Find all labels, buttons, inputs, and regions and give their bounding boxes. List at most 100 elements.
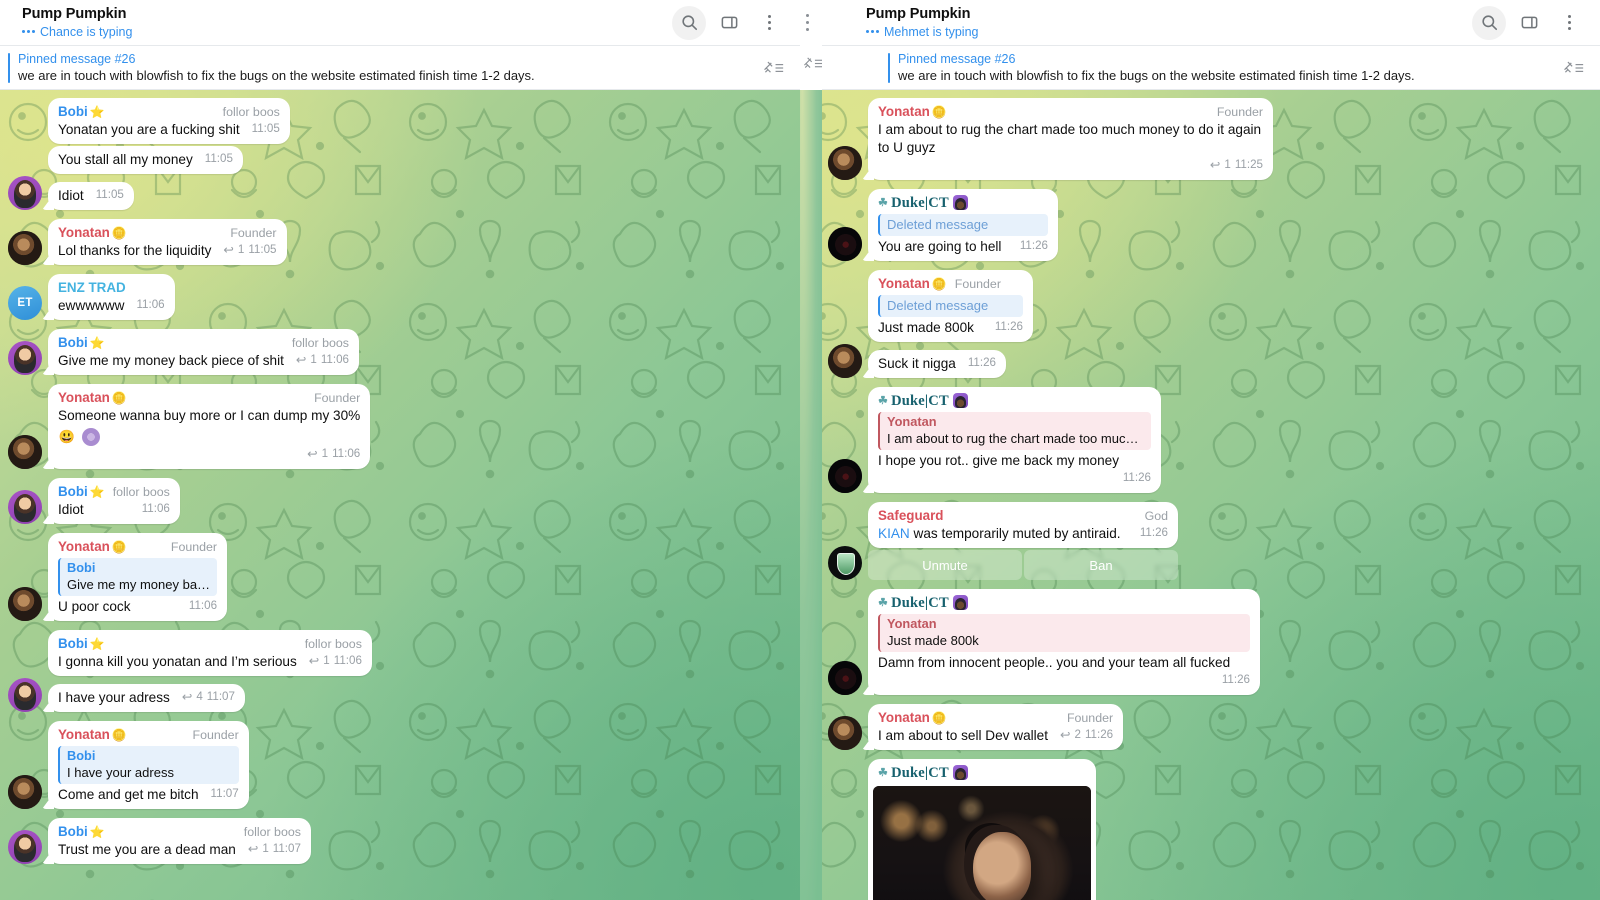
right-panel-icon[interactable] [712, 6, 746, 40]
message-bubble[interactable]: Suck it nigga 11:26 [868, 350, 1006, 378]
message-bubble[interactable]: Yonatan 🪙 Founder I am about to rug the c… [868, 98, 1273, 180]
chat-header-titles[interactable]: Pump Pumpkin Chance is typing [0, 6, 672, 40]
media-message-bubble[interactable]: ☘Duke|CT It's A Scam. [868, 759, 1096, 900]
right-panel-icon[interactable] [1512, 6, 1546, 40]
message-row[interactable]: Yonatan 🪙 Founder Bobi Give me my money b… [8, 533, 790, 621]
sender-name[interactable]: Bobi ⭐ [58, 635, 105, 653]
avatar[interactable] [8, 231, 42, 265]
message-row[interactable]: Yonatan 🪙 Founder Lol thanks for the liqu… [8, 219, 790, 265]
reply-count-icon[interactable]: ↩ [248, 840, 258, 858]
reply-count-icon[interactable]: ↩ [223, 241, 233, 259]
quoted-reply[interactable]: Yonatan Just made 800k [878, 614, 1250, 652]
ban-button[interactable]: Ban [1024, 550, 1178, 580]
sender-name[interactable]: Yonatan 🪙 [58, 726, 127, 744]
message-bubble[interactable]: Yonatan 🪙 Founder Deleted message Just ma… [868, 270, 1033, 342]
avatar[interactable] [8, 435, 42, 469]
sender-name[interactable]: Bobi ⭐ [58, 483, 105, 501]
message-bubble[interactable]: Idiot 11:05 [48, 182, 134, 210]
message-bubble[interactable]: I have your adress ↩ 4 11:07 [48, 684, 245, 712]
avatar[interactable] [828, 546, 862, 580]
message-bubble[interactable]: Yonatan 🪙 Founder Bobi Give me my money b… [48, 533, 228, 621]
avatar[interactable] [8, 775, 42, 809]
message-row[interactable]: You stall all my money 11:05 [8, 146, 790, 174]
quoted-reply[interactable]: Bobi Give me my money ba… [58, 558, 218, 596]
sender-name[interactable]: Yonatan 🪙 [878, 275, 947, 293]
unmute-button[interactable]: Unmute [868, 550, 1022, 580]
message-row[interactable]: Yonatan 🪙 Founder Deleted message Just ma… [828, 270, 1590, 342]
quoted-reply[interactable]: Yonatan I am about to rug the chart made… [878, 412, 1151, 450]
avatar[interactable] [828, 227, 862, 261]
search-icon[interactable] [1472, 5, 1506, 40]
quoted-reply[interactable]: Bobi I have your adress [58, 746, 239, 784]
reaction-swirl-icon[interactable] [82, 428, 100, 446]
avatar[interactable] [8, 678, 42, 712]
sender-name[interactable]: ☘ Duke|CT [878, 194, 968, 212]
message-bubble[interactable]: Yonatan 🪙 Founder Lol thanks for the liqu… [48, 219, 287, 265]
message-row[interactable]: Yonatan 🪙 Founder Bobi I have your adress… [8, 721, 790, 809]
message-bubble[interactable]: Yonatan 🪙 Founder I am about to sell Dev … [868, 704, 1124, 750]
message-row[interactable]: ☘ Duke|CT Yonatan I am about to rug the c… [828, 387, 1590, 493]
message-bubble[interactable]: Bobi ⭐ follor boos Trust me you are a dea… [48, 818, 311, 864]
more-vertical-icon[interactable] [1552, 6, 1586, 40]
unpin-list-icon[interactable] [1562, 59, 1600, 77]
more-vertical-icon[interactable] [806, 14, 810, 32]
pinned-message-bar-right[interactable]: Pinned message #26 we are in touch with … [800, 46, 1600, 90]
avatar[interactable] [828, 146, 862, 180]
message-bubble[interactable]: ☘ Duke|CT Yonatan I am about to rug the c… [868, 387, 1161, 493]
message-row[interactable]: Bobi ⭐ follor boos I gonna kill you yonat… [8, 630, 790, 676]
sender-name[interactable]: Bobi ⭐ [58, 334, 105, 352]
avatar[interactable] [8, 176, 42, 210]
avatar[interactable]: ET [8, 286, 42, 320]
message-bubble[interactable]: ☘ Duke|CT Yonatan Just made 800k Damn fro… [868, 589, 1260, 695]
message-bubble[interactable]: ENZ TRAD ewwwwww 11:06 [48, 274, 175, 320]
sender-name[interactable]: Yonatan 🪙 [58, 538, 127, 556]
quoted-reply[interactable]: Deleted message [878, 214, 1048, 236]
message-row[interactable]: Bobi ⭐ follor boos Yonatan you are a fuck… [8, 98, 790, 144]
chat-header-titles[interactable]: Pump Pumpkin Mehmet is typing [822, 6, 1472, 40]
sender-name[interactable]: Yonatan 🪙 [878, 709, 947, 727]
message-row[interactable]: ET ENZ TRAD ewwwwww 11:06 [8, 274, 790, 320]
sender-name[interactable]: Safeguard [878, 507, 943, 525]
avatar[interactable] [828, 716, 862, 750]
avatar[interactable] [828, 459, 862, 493]
sender-name[interactable]: ENZ TRAD [58, 279, 126, 297]
reply-count-icon[interactable]: ↩ [182, 688, 192, 706]
user-mention[interactable]: KIAN [878, 526, 910, 541]
message-row[interactable]: ☘ Duke|CT Deleted message You are going t… [828, 189, 1590, 261]
avatar[interactable] [828, 344, 862, 378]
message-bubble[interactable]: Bobi ⭐ follor boos Idiot 11:06 [48, 478, 180, 524]
message-row[interactable]: ☘Duke|CT It's A Scam. [828, 759, 1590, 900]
reply-count-icon[interactable]: ↩ [307, 445, 317, 463]
message-row[interactable]: Yonatan 🪙 Founder I am about to rug the c… [828, 98, 1590, 180]
avatar[interactable] [8, 490, 42, 524]
sender-name[interactable]: Bobi ⭐ [58, 103, 105, 121]
unpin-list-icon[interactable] [802, 55, 822, 77]
message-row[interactable]: Yonatan 🪙 Founder Someone wanna buy more … [8, 384, 790, 469]
message-bubble[interactable]: Yonatan 🪙 Founder Bobi I have your adress… [48, 721, 249, 809]
avatar[interactable] [828, 661, 862, 695]
message-row[interactable]: Safeguard God KIAN was temporarily muted… [828, 502, 1590, 580]
sender-name[interactable]: ☘ Duke|CT [878, 765, 968, 781]
reply-count-icon[interactable]: ↩ [309, 652, 319, 670]
message-row[interactable]: Bobi ⭐ follor boos Idiot 11:06 [8, 478, 790, 524]
message-bubble[interactable]: ☘ Duke|CT Deleted message You are going t… [868, 189, 1058, 261]
search-icon[interactable] [672, 5, 706, 40]
more-vertical-icon[interactable] [752, 6, 786, 40]
avatar[interactable] [8, 341, 42, 375]
message-row[interactable]: Suck it nigga 11:26 [828, 344, 1590, 378]
media-image[interactable]: It's A Scam. [873, 786, 1091, 900]
sender-name[interactable]: Bobi ⭐ [58, 823, 105, 841]
message-bubble[interactable]: Bobi ⭐ follor boos Yonatan you are a fuck… [48, 98, 290, 144]
message-row[interactable]: ☘ Duke|CT Yonatan Just made 800k Damn fro… [828, 589, 1590, 695]
reply-count-icon[interactable]: ↩ [1210, 156, 1220, 174]
reply-count-icon[interactable]: ↩ [296, 351, 306, 369]
unpin-list-icon[interactable] [762, 59, 800, 77]
message-row[interactable]: Idiot 11:05 [8, 176, 790, 210]
message-bubble[interactable]: Bobi ⭐ follor boos Give me my money back … [48, 329, 359, 375]
avatar[interactable] [8, 587, 42, 621]
message-row[interactable]: Yonatan 🪙 Founder I am about to sell Dev … [828, 704, 1590, 750]
sender-name[interactable]: Yonatan 🪙 [58, 389, 127, 407]
message-row[interactable]: Bobi ⭐ follor boos Give me my money back … [8, 329, 790, 375]
sender-name[interactable]: Yonatan 🪙 [58, 224, 127, 242]
sender-name[interactable]: Yonatan 🪙 [878, 103, 947, 121]
